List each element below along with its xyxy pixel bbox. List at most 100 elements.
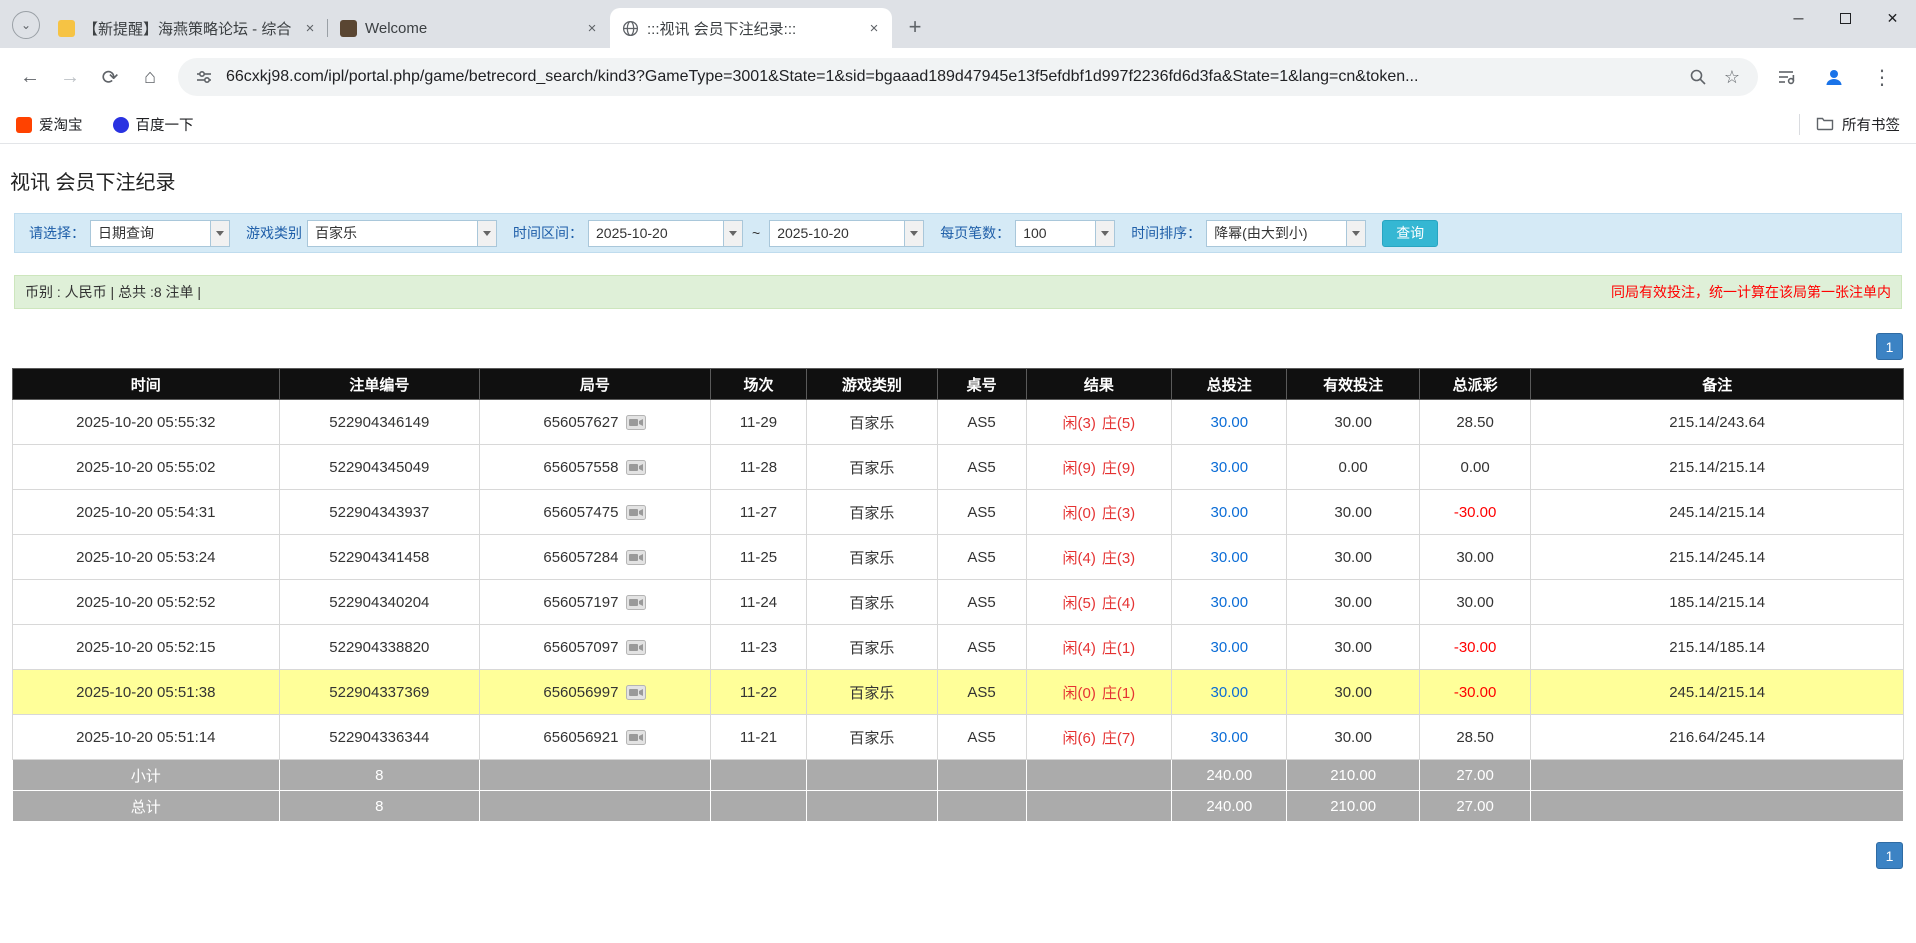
column-header-session: 场次 <box>710 369 806 400</box>
chevron-down-icon[interactable] <box>210 221 229 246</box>
subtotal-total-bet: 240.00 <box>1172 760 1287 791</box>
bookmark-item[interactable]: 百度一下 <box>113 114 194 135</box>
subtotal-payout: 27.00 <box>1419 760 1531 791</box>
bookmark-label: 百度一下 <box>136 114 194 135</box>
total-bet-link[interactable]: 30.00 <box>1211 729 1249 746</box>
column-header-table-no: 桌号 <box>937 369 1026 400</box>
browser-tab-1[interactable]: 【新提醒】海燕策略论坛 - 综合... × <box>46 8 328 48</box>
video-icon[interactable] <box>626 640 646 655</box>
query-type-select[interactable]: 日期查询 <box>90 220 230 247</box>
new-tab-button[interactable]: + <box>900 12 930 42</box>
chevron-down-icon[interactable] <box>1346 221 1365 246</box>
page-number-button[interactable]: 1 <box>1876 842 1903 869</box>
video-icon[interactable] <box>626 685 646 700</box>
subtotal-empty-cell <box>1531 760 1904 791</box>
total-bet-link[interactable]: 30.00 <box>1211 459 1249 476</box>
globe-icon <box>622 20 639 37</box>
video-icon[interactable] <box>626 595 646 610</box>
result-player[interactable]: 闲(0) <box>1062 685 1095 702</box>
cell-round-id: 656057197 <box>480 580 711 625</box>
result-player[interactable]: 闲(9) <box>1062 460 1095 477</box>
cell-session: 11-27 <box>710 490 806 535</box>
forward-button[interactable]: → <box>50 57 90 97</box>
cell-bet-id: 522904340204 <box>279 580 479 625</box>
zoom-icon[interactable] <box>1686 65 1710 89</box>
result-banker[interactable]: 庄(5) <box>1102 415 1135 432</box>
cell-table-no: AS5 <box>937 580 1026 625</box>
total-bet-link[interactable]: 30.00 <box>1211 504 1249 521</box>
filter-bar: 请选择： 日期查询 游戏类别 百家乐 时间区间： 2025-10-20 ~ 20… <box>14 213 1902 253</box>
cell-time: 2025-10-20 05:53:24 <box>13 535 280 580</box>
minimize-button[interactable]: ─ <box>1775 0 1822 36</box>
chevron-down-icon[interactable] <box>723 221 742 246</box>
media-controls-icon[interactable] <box>1766 57 1806 97</box>
browser-tab-active[interactable]: :::视讯 会员下注纪录::: × <box>610 8 892 48</box>
refresh-button[interactable]: ⟳ <box>90 57 130 97</box>
result-banker[interactable]: 庄(1) <box>1102 685 1135 702</box>
result-banker[interactable]: 庄(1) <box>1102 640 1135 657</box>
video-icon[interactable] <box>626 550 646 565</box>
total-bet-link[interactable]: 30.00 <box>1211 639 1249 656</box>
result-banker[interactable]: 庄(9) <box>1102 460 1135 477</box>
result-player[interactable]: 闲(6) <box>1062 730 1095 747</box>
page-size-select[interactable]: 100 <box>1015 220 1115 247</box>
bookmark-item[interactable]: 爱淘宝 <box>16 114 83 135</box>
total-bet-link[interactable]: 30.00 <box>1211 684 1249 701</box>
result-player[interactable]: 闲(5) <box>1062 595 1095 612</box>
column-header-time: 时间 <box>13 369 280 400</box>
total-bet-link[interactable]: 30.00 <box>1211 594 1249 611</box>
sort-select[interactable]: 降幂(由大到小) <box>1206 220 1366 247</box>
url-field[interactable]: 66cxkj98.com/ipl/portal.php/game/betreco… <box>178 58 1758 96</box>
cell-result: 闲(3) 庄(5) <box>1026 400 1172 445</box>
chevron-down-icon[interactable] <box>477 221 496 246</box>
window-controls: ─ ✕ <box>1775 0 1916 36</box>
query-type-label: 请选择： <box>29 223 85 243</box>
tab-close-icon[interactable]: × <box>582 18 602 38</box>
result-banker[interactable]: 庄(3) <box>1102 505 1135 522</box>
video-icon[interactable] <box>626 415 646 430</box>
home-button[interactable]: ⌂ <box>130 57 170 97</box>
maximize-button[interactable] <box>1822 0 1869 36</box>
cell-remark: 216.64/245.14 <box>1531 715 1904 760</box>
table-row: 2025-10-20 05:53:24 522904341458 6560572… <box>13 535 1904 580</box>
chevron-down-icon[interactable] <box>904 221 923 246</box>
video-icon[interactable] <box>626 505 646 520</box>
tune-icon[interactable] <box>192 65 216 89</box>
total-empty-cell <box>480 791 711 822</box>
chevron-down-icon[interactable] <box>1095 221 1114 246</box>
result-player[interactable]: 闲(4) <box>1062 550 1095 567</box>
tab-close-icon[interactable]: × <box>300 18 320 38</box>
total-bet-link[interactable]: 30.00 <box>1211 414 1249 431</box>
cell-total-bet: 30.00 <box>1172 490 1287 535</box>
search-button[interactable]: 查询 <box>1382 220 1438 247</box>
all-bookmarks-button[interactable]: 所有书签 <box>1799 114 1900 135</box>
result-player[interactable]: 闲(4) <box>1062 640 1095 657</box>
subtotal-row: 小计 8 240.00 210.00 27.00 <box>13 760 1904 791</box>
url-text[interactable]: 66cxkj98.com/ipl/portal.php/game/betreco… <box>226 68 1676 86</box>
date-to-input[interactable]: 2025-10-20 <box>769 220 924 247</box>
date-from-input[interactable]: 2025-10-20 <box>588 220 743 247</box>
cell-time: 2025-10-20 05:55:32 <box>13 400 280 445</box>
cell-table-no: AS5 <box>937 445 1026 490</box>
video-icon[interactable] <box>626 730 646 745</box>
close-button[interactable]: ✕ <box>1869 0 1916 36</box>
result-player[interactable]: 闲(0) <box>1062 505 1095 522</box>
cell-payout: 28.50 <box>1419 715 1531 760</box>
back-button[interactable]: ← <box>10 57 50 97</box>
browser-tab-2[interactable]: Welcome × <box>328 8 610 48</box>
tab-search-button[interactable]: ⌄ <box>12 11 40 39</box>
result-banker[interactable]: 庄(7) <box>1102 730 1135 747</box>
table-row: 2025-10-20 05:54:31 522904343937 6560574… <box>13 490 1904 535</box>
result-banker[interactable]: 庄(4) <box>1102 595 1135 612</box>
game-type-select[interactable]: 百家乐 <box>307 220 497 247</box>
bookmark-star-icon[interactable]: ☆ <box>1720 65 1744 89</box>
tab-close-icon[interactable]: × <box>864 18 884 38</box>
total-bet-link[interactable]: 30.00 <box>1211 549 1249 566</box>
page-number-button[interactable]: 1 <box>1876 333 1903 360</box>
menu-icon[interactable]: ⋮ <box>1862 57 1902 97</box>
page-title: 视讯 会员下注纪录 <box>10 166 1916 195</box>
profile-avatar[interactable] <box>1814 57 1854 97</box>
result-banker[interactable]: 庄(3) <box>1102 550 1135 567</box>
result-player[interactable]: 闲(3) <box>1062 415 1095 432</box>
video-icon[interactable] <box>626 460 646 475</box>
